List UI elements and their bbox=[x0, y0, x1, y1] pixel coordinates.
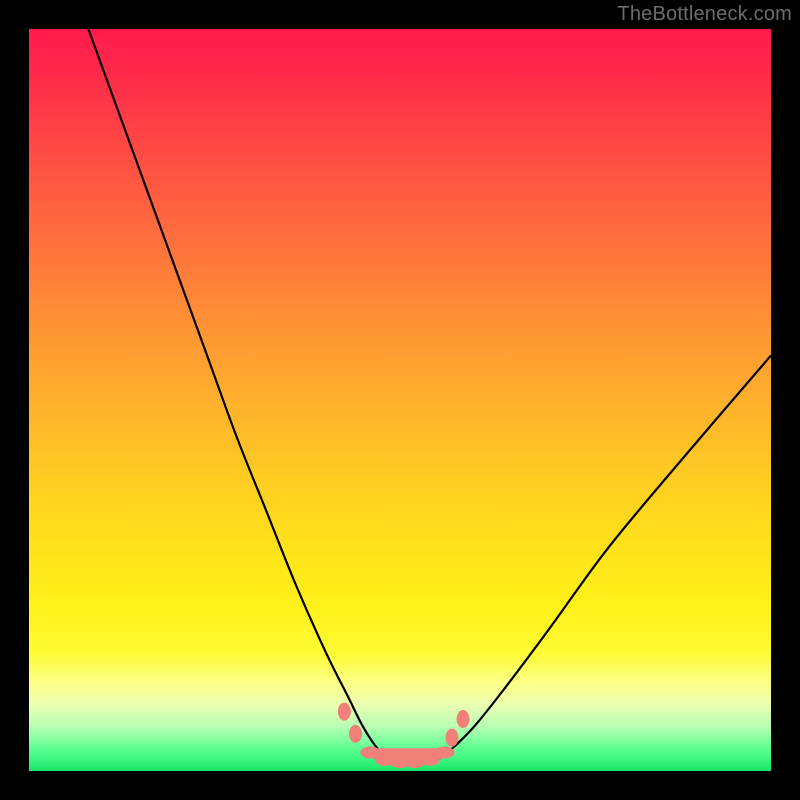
marker-dot bbox=[457, 710, 470, 728]
valley-markers bbox=[338, 703, 470, 768]
chart-frame: TheBottleneck.com bbox=[0, 0, 800, 800]
marker-dot bbox=[338, 703, 351, 721]
marker-dot bbox=[445, 729, 458, 747]
marker-dot bbox=[435, 746, 455, 758]
curve-path bbox=[88, 29, 771, 764]
plot-area bbox=[29, 29, 771, 771]
bottleneck-curve bbox=[29, 29, 771, 771]
watermark-text: TheBottleneck.com bbox=[617, 3, 792, 26]
marker-dot bbox=[349, 725, 362, 743]
